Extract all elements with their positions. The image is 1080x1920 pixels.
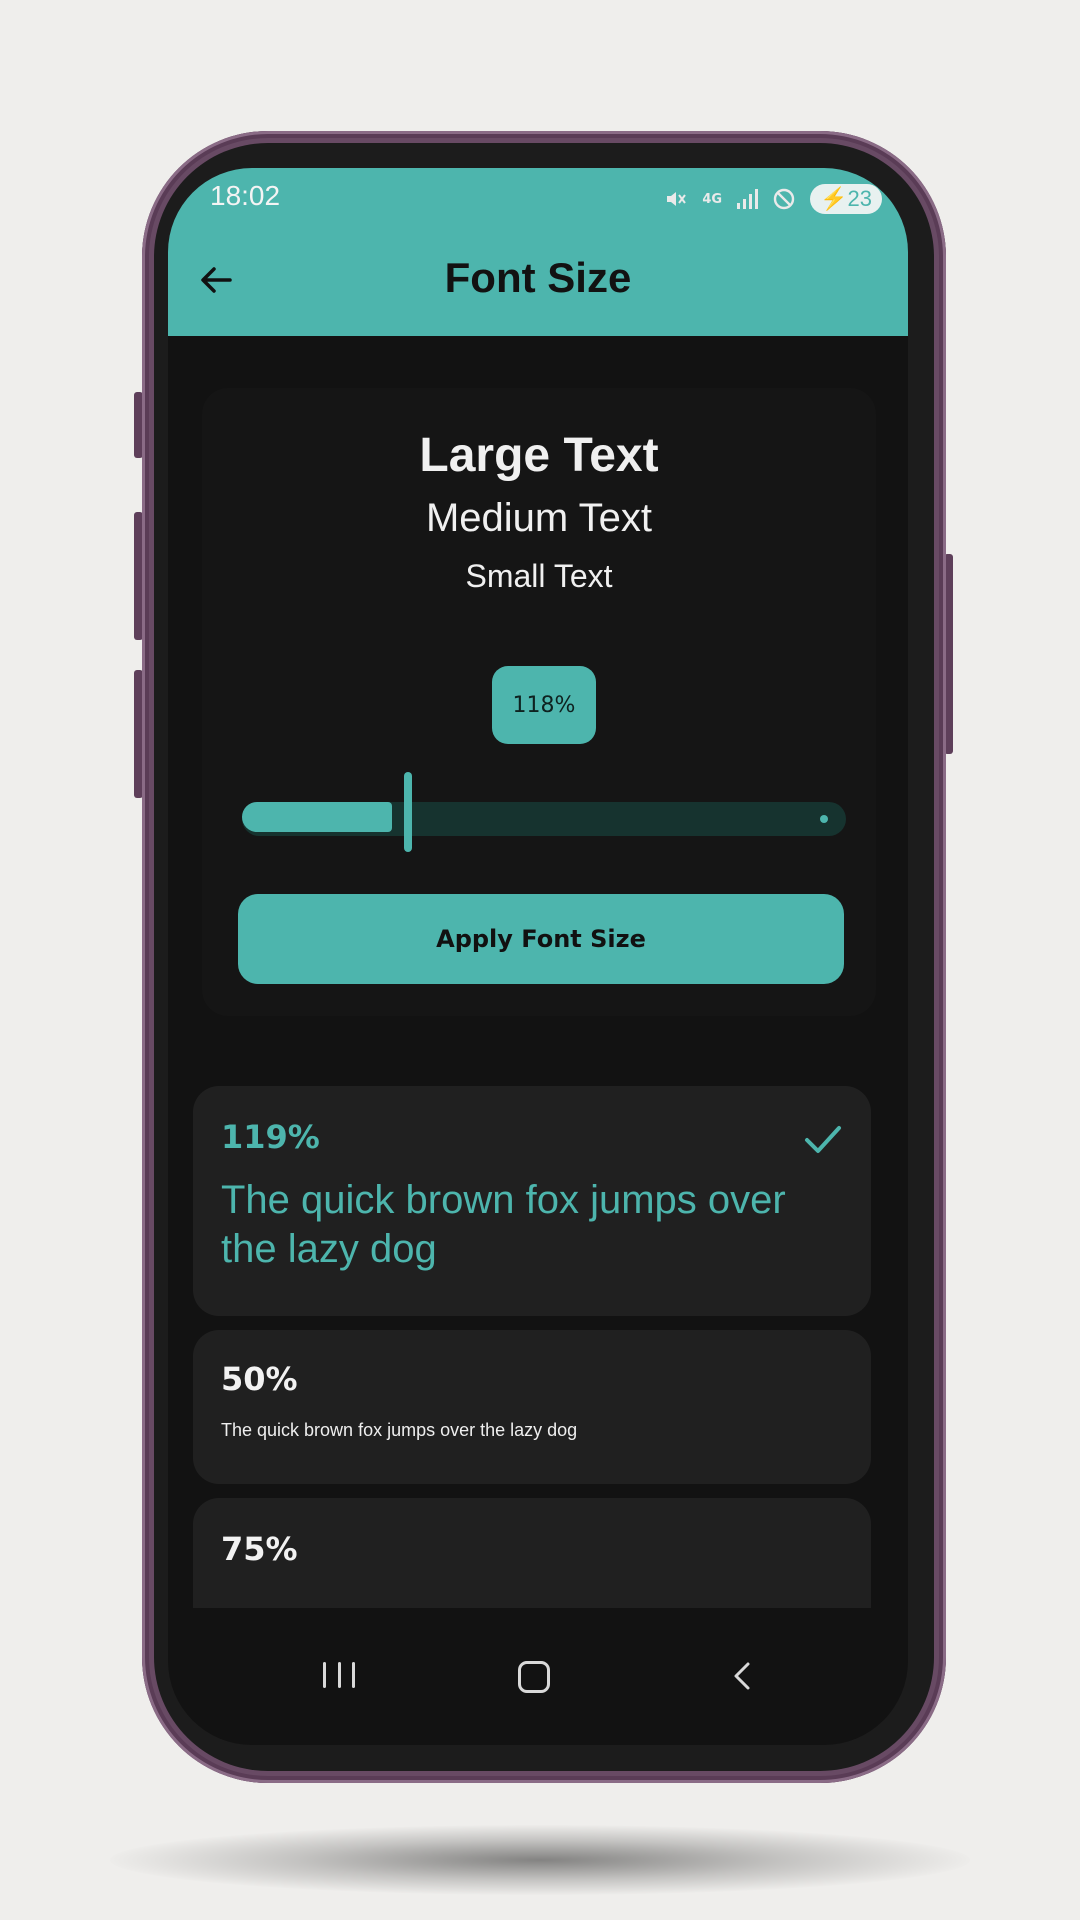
slider-thumb[interactable] [404,772,412,852]
page-title: Font Size [444,254,632,301]
battery-icon: ⚡23 [810,184,882,214]
slider-fill [242,802,392,832]
font-option-50[interactable]: 50% The quick brown fox jumps over the l… [193,1330,871,1484]
device-shadow [110,1825,970,1895]
option-percent: 50% [221,1360,298,1398]
screen: 18:02 4G ⚡23 Font Size Large Text Medium… [168,168,908,1745]
preview-card: Large Text Medium Text Small Text 118% A… [202,388,876,1016]
mute-icon [667,192,687,206]
slider-end-dot [820,815,828,823]
font-option-75[interactable]: 75% [193,1498,871,1608]
percent-badge: 118% [492,666,596,744]
large-text-sample: Large Text [419,429,659,482]
recents-icon[interactable] [323,1658,355,1692]
apply-font-size-button[interactable]: Apply Font Size [238,894,844,984]
system-nav-bar [168,1628,908,1745]
option-percent: 119% [221,1118,320,1156]
app-bar: 18:02 4G ⚡23 Font Size [168,168,908,336]
dnd-icon [773,188,795,210]
chevron-left-icon[interactable] [728,1660,758,1692]
medium-text-sample: Medium Text [425,496,652,540]
4g-icon: 4G [702,191,723,207]
option-percent: 75% [221,1530,298,1568]
font-option-119[interactable]: 119% The quick brown fox jumps over the … [193,1086,871,1316]
status-icons: 4G ⚡23 [664,183,882,215]
option-sample-text: The quick brown fox jumps over the lazy … [221,1420,578,1440]
option-sample-text: The quick brown fox jumps over the lazy … [221,1178,786,1271]
battery-level: 23 [847,186,872,211]
signal-icon [737,189,759,209]
check-icon [805,1126,841,1153]
home-icon[interactable] [518,1661,550,1693]
small-text-sample: Small Text [465,558,613,594]
status-time: 18:02 [210,180,281,211]
